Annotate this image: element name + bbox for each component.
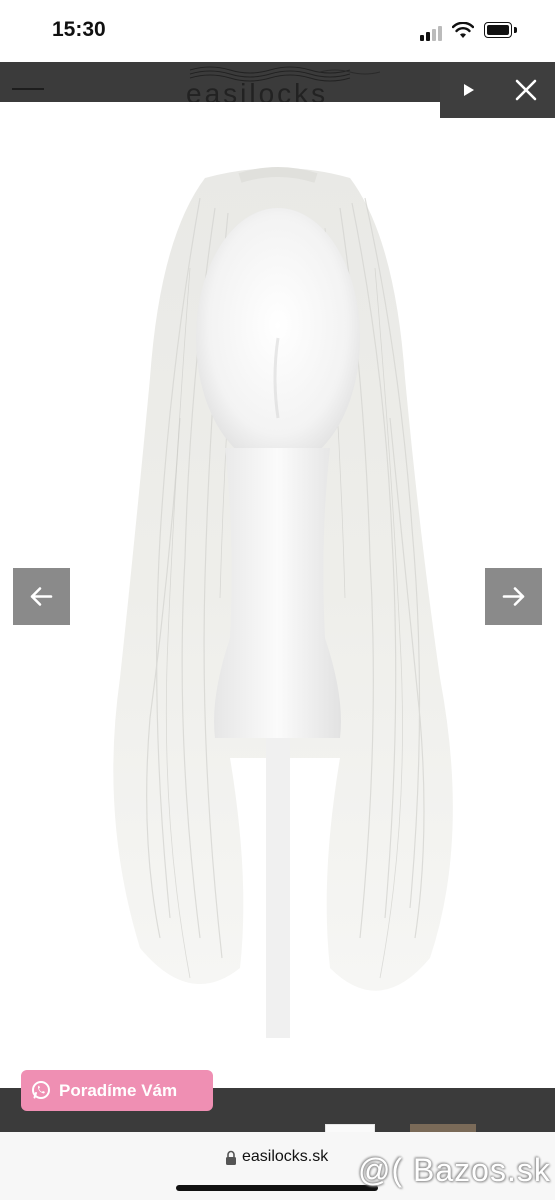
battery-icon <box>484 22 518 40</box>
hamburger-menu-icon[interactable] <box>12 88 44 102</box>
arrow-left-icon <box>30 587 53 606</box>
thumbnail[interactable] <box>410 1124 476 1132</box>
status-time: 15:30 <box>52 18 106 41</box>
next-image-button[interactable] <box>485 568 542 625</box>
bazos-watermark: @( Bazos.sk <box>358 1152 551 1188</box>
chat-help-label: Poradíme Vám <box>59 1081 178 1100</box>
lock-icon <box>226 1150 236 1165</box>
wifi-icon <box>452 22 474 38</box>
product-image <box>113 167 453 1038</box>
chat-help-button[interactable]: Poradíme Vám <box>21 1070 213 1111</box>
url-text[interactable]: easilocks.sk <box>242 1148 328 1166</box>
arrow-right-icon <box>502 587 525 606</box>
close-icon[interactable] <box>512 76 540 104</box>
whatsapp-icon <box>32 1081 50 1099</box>
logo-text: easilocks <box>186 78 329 102</box>
site-logo[interactable]: easilocks <box>180 64 380 102</box>
prev-image-button[interactable] <box>13 568 70 625</box>
home-indicator <box>176 1185 378 1191</box>
play-icon[interactable] <box>456 78 482 102</box>
cellular-signal-icon <box>420 25 446 41</box>
status-bar: 15:30 <box>0 0 555 62</box>
